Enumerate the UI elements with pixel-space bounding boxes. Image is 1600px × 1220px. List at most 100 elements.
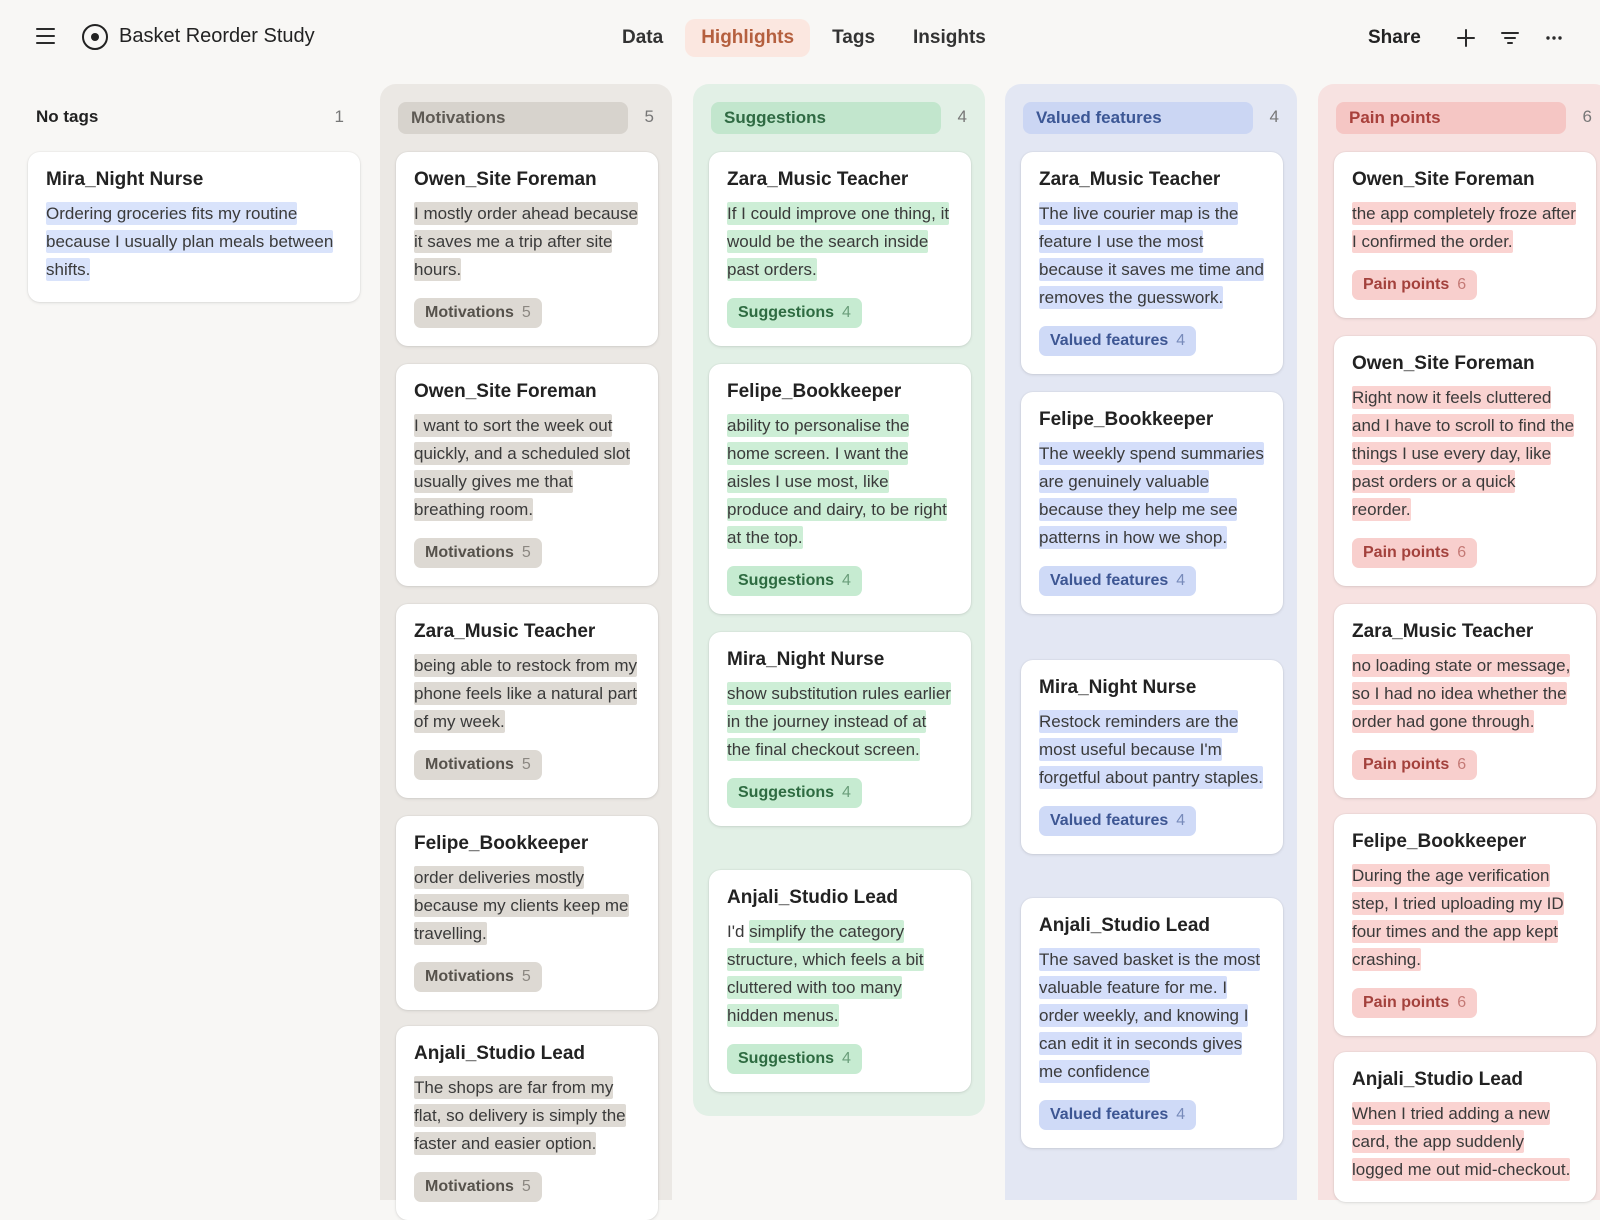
tag-count: 4 — [1176, 572, 1186, 589]
card-author: Owen_Site Foreman — [1352, 353, 1535, 374]
highlight-card[interactable]: Mira_Night Nurse show substitution rules… — [709, 632, 971, 826]
highlights-board: No tags 1 Mira_Night Nurse Ordering groc… — [0, 84, 1600, 1220]
highlight-text: no loading state or message, so I had no… — [1352, 652, 1578, 736]
highlight-card[interactable]: Zara_Music Teacher no loading state or m… — [1334, 604, 1596, 798]
top-bar: Basket Reorder Study Data Highlights Tag… — [0, 0, 1600, 76]
highlight-card[interactable]: Felipe_Bookkeeper During the age verific… — [1334, 814, 1596, 1036]
tag-count: 4 — [842, 304, 851, 321]
tag-count: 5 — [521, 1178, 531, 1195]
highlight-text: I'd simplify the category structure, whi… — [727, 918, 953, 1030]
tag-chip[interactable]: Motivations 5 — [414, 1172, 542, 1202]
highlight-text: When I tried adding a new card, the app … — [1352, 1100, 1578, 1184]
card-author: Felipe_Bookkeeper — [1039, 409, 1214, 430]
highlight-card[interactable]: Mira_Night Nurse Ordering groceries fits… — [28, 152, 360, 302]
tag-label: Suggestions — [738, 1050, 835, 1067]
tag-chip[interactable]: Pain points 6 — [1352, 750, 1478, 780]
highlight-span: the app completely froze after I confirm… — [1352, 202, 1576, 253]
tag-label: Pain points — [1363, 756, 1450, 773]
highlight-card[interactable]: Zara_Music Teacher If I could improve on… — [709, 152, 971, 346]
hamburger-menu-icon[interactable] — [34, 24, 58, 48]
column-count: 4 — [957, 107, 967, 126]
share-button[interactable]: Share — [1368, 27, 1421, 49]
highlight-card[interactable]: Felipe_Bookkeeper ability to personalise… — [709, 364, 971, 614]
tab-insights[interactable]: Insights — [897, 19, 1002, 57]
column-title[interactable]: Valued features — [1023, 102, 1253, 134]
card-author: Zara_Music Teacher — [727, 169, 909, 190]
highlight-span: The saved basket is the most valuable fe… — [1039, 948, 1261, 1083]
column-title[interactable]: Suggestions — [711, 102, 941, 134]
tag-count: 5 — [521, 304, 531, 321]
tag-count: 5 — [521, 756, 531, 773]
highlight-card[interactable]: Zara_Music Teacher The live courier map … — [1021, 152, 1283, 374]
tag-chip[interactable]: Motivations 5 — [414, 538, 542, 568]
highlight-card[interactable]: Zara_Music Teacher being able to restock… — [396, 604, 658, 798]
tag-chip[interactable]: Valued features 4 — [1039, 326, 1197, 356]
highlight-card[interactable]: Anjali_Studio Lead The saved basket is t… — [1021, 898, 1283, 1148]
highlight-card[interactable]: Felipe_Bookkeeper order deliveries mostl… — [396, 816, 658, 1010]
highlight-text: ability to personalise the home screen. … — [727, 412, 953, 552]
tab-tags[interactable]: Tags — [816, 19, 891, 57]
column-suggestions: Suggestions 4 Zara_Music Teacher If I co… — [693, 84, 985, 1116]
highlight-card[interactable]: Felipe_Bookkeeper The weekly spend summa… — [1021, 392, 1283, 614]
tag-count: 4 — [842, 784, 851, 801]
tab-data[interactable]: Data — [606, 19, 679, 57]
tag-chip[interactable]: Suggestions 4 — [727, 298, 862, 328]
column-title[interactable]: Motivations — [398, 102, 628, 134]
highlight-text: show substitution rules earlier in the j… — [727, 680, 953, 764]
highlight-card[interactable]: Owen_Site Foreman the app completely fro… — [1334, 152, 1596, 318]
column-title[interactable]: Pain points — [1336, 102, 1566, 134]
more-horizontal-icon[interactable] — [1542, 26, 1566, 50]
column-count: 5 — [644, 107, 654, 126]
card-author: Owen_Site Foreman — [414, 169, 597, 190]
tag-chip[interactable]: Suggestions 4 — [727, 778, 862, 808]
tag-chip[interactable]: Valued features 4 — [1039, 806, 1197, 836]
highlight-span: no loading state or message, so I had no… — [1352, 654, 1571, 733]
highlight-span: Right now it feels cluttered and I have … — [1352, 386, 1575, 521]
highlight-text: During the age verification step, I trie… — [1352, 862, 1578, 974]
tag-chip[interactable]: Suggestions 4 — [727, 566, 862, 596]
tag-label: Suggestions — [738, 304, 835, 321]
highlight-span: Restock reminders are the most useful be… — [1039, 710, 1263, 789]
tag-chip[interactable]: Valued features 4 — [1039, 1100, 1197, 1130]
highlight-card[interactable]: Owen_Site Foreman I mostly order ahead b… — [396, 152, 658, 346]
highlight-text: Ordering groceries fits my routine becau… — [46, 200, 342, 284]
tag-label: Motivations — [425, 304, 514, 321]
card-author: Zara_Music Teacher — [1352, 621, 1534, 642]
highlight-card[interactable]: Owen_Site Foreman I want to sort the wee… — [396, 364, 658, 586]
plus-icon[interactable] — [1454, 26, 1478, 50]
tag-label: Motivations — [425, 1178, 514, 1195]
highlight-span: During the age verification step, I trie… — [1352, 864, 1564, 971]
highlight-card[interactable]: Owen_Site Foreman Right now it feels clu… — [1334, 336, 1596, 586]
tag-count: 4 — [842, 572, 851, 589]
tag-count: 5 — [521, 968, 531, 985]
highlight-text: I mostly order ahead because it saves me… — [414, 200, 640, 284]
tag-chip[interactable]: Pain points 6 — [1352, 538, 1478, 568]
filter-icon[interactable] — [1498, 26, 1522, 50]
tab-highlights[interactable]: Highlights — [685, 19, 811, 57]
tag-chip[interactable]: Pain points 6 — [1352, 270, 1478, 300]
highlight-span: When I tried adding a new card, the app … — [1352, 1102, 1571, 1181]
tag-chip[interactable]: Motivations 5 — [414, 750, 542, 780]
highlight-card[interactable]: Mira_Night Nurse Restock reminders are t… — [1021, 660, 1283, 854]
tag-chip[interactable]: Motivations 5 — [414, 962, 542, 992]
highlight-card[interactable]: Anjali_Studio Lead The shops are far fro… — [396, 1026, 658, 1220]
highlight-card[interactable]: Anjali_Studio Lead I'd simplify the cate… — [709, 870, 971, 1092]
highlight-text: I want to sort the week out quickly, and… — [414, 412, 640, 524]
highlight-span: The shops are far from my flat, so deliv… — [414, 1076, 626, 1155]
tag-chip[interactable]: Motivations 5 — [414, 298, 542, 328]
column-header: No tags 1 — [36, 102, 344, 134]
highlight-card[interactable]: Anjali_Studio Lead When I tried adding a… — [1334, 1052, 1596, 1202]
tag-chip[interactable]: Valued features 4 — [1039, 566, 1197, 596]
tag-count: 4 — [1176, 812, 1186, 829]
tag-count: 6 — [1457, 994, 1467, 1011]
tag-chip[interactable]: Suggestions 4 — [727, 1044, 862, 1074]
card-author: Owen_Site Foreman — [1352, 169, 1535, 190]
highlight-text: The saved basket is the most valuable fe… — [1039, 946, 1265, 1086]
tag-chip[interactable]: Pain points 6 — [1352, 988, 1478, 1018]
highlight-text: Restock reminders are the most useful be… — [1039, 708, 1265, 792]
card-author: Anjali_Studio Lead — [727, 887, 899, 908]
column-title: No tags — [36, 107, 99, 126]
tag-label: Motivations — [425, 968, 514, 985]
card-author: Mira_Night Nurse — [46, 169, 204, 190]
card-author: Zara_Music Teacher — [414, 621, 596, 642]
